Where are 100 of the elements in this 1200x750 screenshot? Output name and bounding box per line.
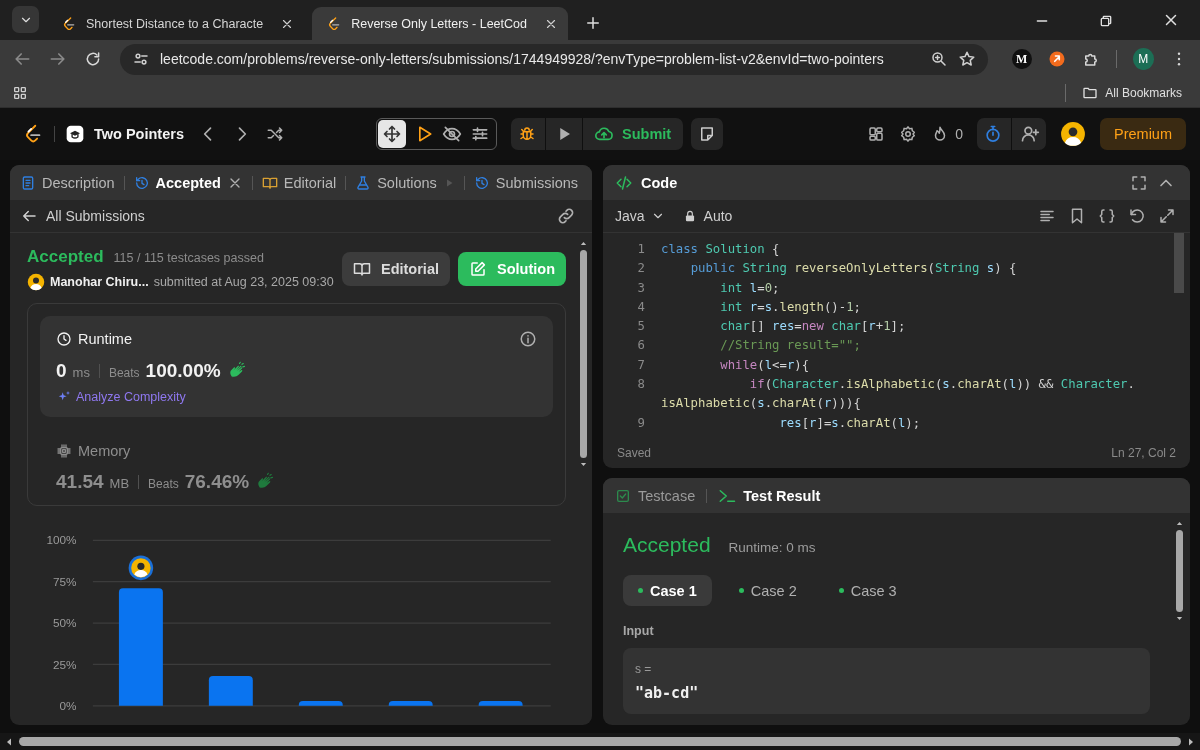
- profile-button[interactable]: M: [1132, 48, 1154, 70]
- status-text: Accepted: [27, 247, 104, 267]
- zoom-icon[interactable]: [930, 50, 948, 68]
- address-bar[interactable]: leetcode.com/problems/reverse-only-letters/submissions/1744949928/?envType=problem-list-v2&envId=two-pointers: [120, 43, 988, 75]
- restore-icon[interactable]: [1098, 13, 1114, 29]
- scroll-down-icon[interactable]: [579, 460, 588, 469]
- axis-label: 25%: [53, 657, 77, 671]
- bar[interactable]: [388, 700, 433, 706]
- settings-icon[interactable]: [899, 125, 918, 143]
- code-line: int l=0;: [719, 279, 781, 297]
- scroll-thumb[interactable]: [580, 250, 587, 458]
- editorial-button[interactable]: Editorial: [342, 252, 450, 286]
- line-number: 2: [636, 260, 645, 278]
- checkbox-icon: [615, 487, 631, 504]
- scroll-thumb[interactable]: [1176, 530, 1183, 612]
- scroll-up-icon[interactable]: [579, 239, 588, 248]
- reset-icon[interactable]: [1128, 207, 1146, 225]
- book-icon: [353, 260, 371, 278]
- cursor-position: Ln 27, Col 2: [1111, 446, 1176, 460]
- metric-card[interactable]: Runtime 0 ms Beats 100.00% Analyze Complexity: [40, 316, 553, 417]
- scrollbar[interactable]: [1174, 233, 1184, 293]
- panel-tab[interactable]: Accepted: [133, 174, 221, 191]
- metric-title: Memory: [78, 443, 131, 459]
- clock-icon: [56, 331, 72, 347]
- site-info-icon[interactable]: [132, 50, 150, 68]
- braces-icon[interactable]: [1098, 207, 1116, 225]
- axis-label: 50%: [53, 616, 77, 630]
- move-button[interactable]: [378, 120, 406, 148]
- browser-tab[interactable]: Shortest Distance to a Characte: [47, 7, 305, 40]
- code-line: //String result="";: [719, 337, 862, 355]
- bar[interactable]: [208, 676, 253, 706]
- beats-percent: 100.00%: [145, 360, 221, 382]
- code-line: class Solution {: [661, 241, 781, 258]
- fullscreen-icon[interactable]: [1130, 173, 1148, 192]
- runtime-text: Runtime: 0 ms: [728, 540, 816, 555]
- avatar-marker[interactable]: [128, 555, 154, 581]
- metric-unit: MB: [109, 476, 130, 491]
- panel-tab[interactable]: Description: [20, 174, 115, 191]
- extension-icon[interactable]: M: [1012, 49, 1032, 69]
- case-tab[interactable]: Case 2: [723, 575, 812, 606]
- line-number: 5: [636, 318, 645, 336]
- bug-icon[interactable]: [518, 125, 536, 143]
- language-dropdown[interactable]: Java: [615, 208, 665, 224]
- scrollbar[interactable]: [1175, 519, 1184, 623]
- user-name[interactable]: Manohar Chiru...: [50, 275, 149, 289]
- avatar[interactable]: [27, 273, 45, 291]
- submit-button[interactable]: Submit: [592, 124, 684, 144]
- tab-list-button[interactable]: [12, 6, 39, 33]
- browser-tab[interactable]: Reverse Only Letters - LeetCod: [312, 7, 568, 40]
- panel-tab[interactable]: Submissions: [473, 174, 579, 191]
- chip-icon: [56, 443, 72, 459]
- timer-icon[interactable]: [983, 124, 1003, 144]
- problem-list-button[interactable]: Two Pointers: [65, 124, 184, 144]
- expand-icon[interactable]: [1158, 207, 1176, 225]
- scroll-up-icon[interactable]: [1175, 519, 1184, 528]
- input-label: Input: [623, 624, 655, 638]
- line-number: 7: [636, 356, 645, 374]
- mode-label[interactable]: Auto: [682, 208, 733, 224]
- layout-icon[interactable]: [867, 125, 886, 143]
- bar[interactable]: [118, 588, 163, 706]
- panel-tab[interactable]: Solutions: [355, 174, 437, 191]
- info-icon[interactable]: [519, 330, 537, 348]
- metric-value: 0: [56, 360, 67, 382]
- panel-tab[interactable]: Test Result: [718, 486, 821, 505]
- sliders-icon[interactable]: [470, 124, 490, 144]
- bookmarks-folder[interactable]: All Bookmarks: [1082, 84, 1182, 101]
- metric-value: 41.54: [56, 471, 104, 493]
- save-status: Saved: [617, 446, 652, 460]
- apps-icon[interactable]: [12, 84, 28, 101]
- reload-icon[interactable]: [84, 50, 102, 68]
- eye-off-icon[interactable]: [442, 124, 462, 144]
- code-line: res[r]=s.charAt(l);: [778, 414, 922, 432]
- panel-tab[interactable]: Testcase: [615, 487, 696, 504]
- extension-icon[interactable]: [1047, 50, 1066, 68]
- bar[interactable]: [478, 700, 523, 706]
- history-icon: [473, 174, 490, 191]
- case-tab[interactable]: Case 1: [623, 575, 712, 606]
- axis-label: 75%: [53, 574, 77, 588]
- back-link[interactable]: All Submissions: [20, 207, 145, 225]
- link-icon[interactable]: [556, 206, 576, 226]
- axis-label: 100%: [46, 533, 77, 547]
- code-line: int r=s.length()-1;: [719, 298, 862, 316]
- scroll-thumb[interactable]: [19, 737, 1181, 746]
- streak-button[interactable]: 0: [931, 125, 963, 143]
- premium-button[interactable]: Premium: [1100, 118, 1186, 150]
- case-tab[interactable]: Case 3: [823, 575, 912, 606]
- code-line: public String reverseOnlyLetters(String s) {: [689, 260, 1018, 278]
- scrollbar[interactable]: [579, 239, 588, 469]
- scroll-down-icon[interactable]: [1175, 614, 1184, 623]
- result-status: Accepted: [623, 533, 711, 557]
- scrollbar[interactable]: [0, 733, 1200, 750]
- note-button[interactable]: [691, 118, 724, 150]
- bar[interactable]: [298, 700, 343, 706]
- shuffle-icon[interactable]: [265, 125, 284, 143]
- panel-tab[interactable]: Editorial: [261, 174, 337, 191]
- submission-time: submitted at Aug 23, 2025 09:30: [153, 275, 334, 289]
- add-user-icon[interactable]: [1020, 124, 1040, 144]
- star-icon[interactable]: [958, 50, 976, 68]
- avatar[interactable]: [1060, 121, 1086, 147]
- analyze-link[interactable]: Analyze Complexity: [56, 389, 537, 405]
